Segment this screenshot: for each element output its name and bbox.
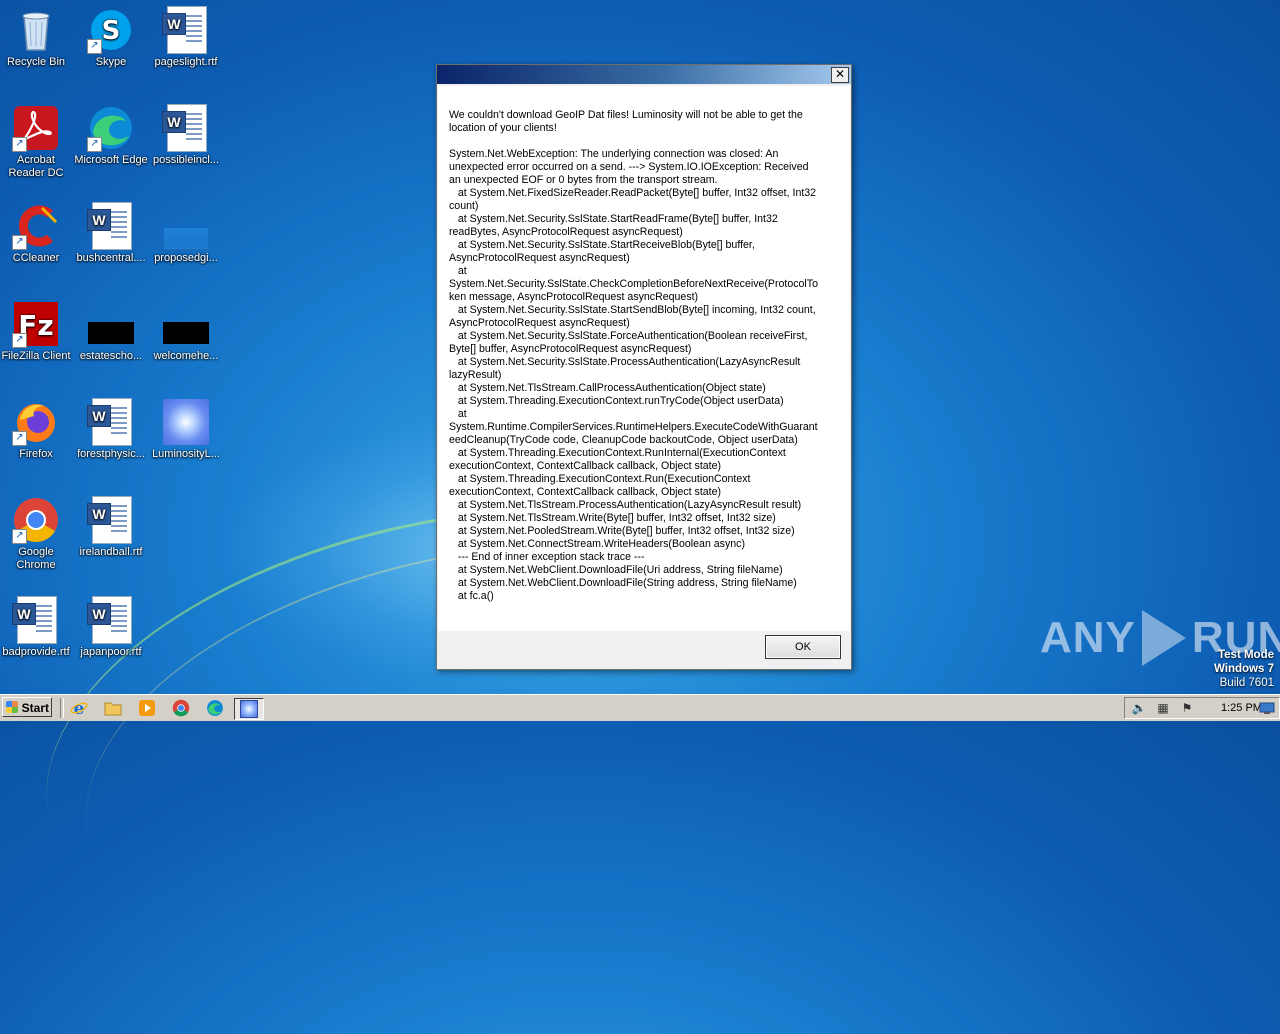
desktop-icon-ccleaner[interactable]: ↗ CCleaner	[0, 202, 74, 265]
desktop-icon-estatescho[interactable]: estatescho...	[73, 300, 149, 363]
desktop-icon-label: japanpoor.rtf	[80, 646, 142, 658]
windows-flag-icon	[6, 701, 18, 713]
desktop-icon-label: forestphysic...	[77, 448, 145, 460]
word-document-icon: W	[162, 6, 210, 54]
shortcut-arrow-icon: ↗	[87, 137, 102, 152]
chrome-icon: ↗	[12, 496, 60, 544]
luminosity-app-icon[interactable]	[234, 698, 264, 720]
dialog-titlebar[interactable]: ✕	[437, 65, 851, 84]
build-label: Build 7601	[1219, 677, 1274, 689]
desktop-icon-filezilla[interactable]: Fz ↗ FileZilla Client	[0, 300, 74, 363]
show-desktop-icon[interactable]	[1259, 701, 1275, 715]
desktop-icon-edge[interactable]: ↗ Microsoft Edge	[73, 104, 149, 167]
word-document-icon: W	[12, 596, 60, 644]
svg-text:e: e	[74, 699, 85, 717]
shortcut-arrow-icon: ↗	[12, 235, 27, 250]
shortcut-arrow-icon: ↗	[12, 431, 27, 446]
desktop-icon-label: pageslight.rtf	[154, 56, 218, 68]
word-document-icon: W	[87, 202, 135, 250]
shortcut-arrow-icon: ↗	[87, 39, 102, 54]
os-notice: Test Mode Windows 7 Build 7601	[1214, 648, 1274, 690]
firefox-icon: ↗	[12, 398, 60, 446]
desktop-icon-japanpoor[interactable]: W japanpoor.rtf	[73, 596, 149, 659]
desktop-icon-irelandball[interactable]: W irelandball.rtf	[73, 496, 149, 559]
taskbar-separator	[60, 698, 64, 718]
desktop-icon-label: proposedgi...	[154, 252, 218, 264]
desktop-icon-label: estatescho...	[79, 350, 143, 362]
acrobat-icon: ↗	[12, 104, 60, 152]
desktop-icon-badprovide[interactable]: W badprovide.rtf	[0, 596, 74, 659]
speaker-icon[interactable]: 🔈	[1131, 701, 1147, 715]
error-dialog: ✕ We couldn't download GeoIP Dat files! …	[436, 64, 852, 670]
desktop-icon-label: Acrobat Reader DC	[8, 154, 64, 179]
watermark-left: ANY	[1040, 613, 1136, 662]
desktop-icon-label: CCleaner	[12, 252, 60, 264]
close-button[interactable]: ✕	[831, 67, 849, 83]
action-center-flag-icon[interactable]: ⚑	[1179, 701, 1195, 715]
windows-version-label: Windows 7	[1214, 663, 1274, 675]
desktop-icon-proposedgi[interactable]: proposedgi...	[148, 202, 224, 265]
desktop-icon-acrobat[interactable]: ↗ Acrobat Reader DC	[0, 104, 74, 180]
svg-text:S: S	[102, 16, 121, 46]
desktop-icon-skype[interactable]: S ↗ Skype	[73, 6, 149, 69]
desktop-icon-label: irelandball.rtf	[79, 546, 143, 558]
desktop-icon-label: Microsoft Edge	[74, 154, 148, 166]
recycle-bin-icon	[12, 6, 60, 54]
desktop-icon-luminosity[interactable]: LuminosityL...	[148, 398, 224, 461]
desktop-icon-chrome[interactable]: ↗ Google Chrome	[0, 496, 74, 572]
close-icon: ✕	[834, 67, 846, 81]
edge-icon: ↗	[87, 104, 135, 152]
start-button[interactable]: Start	[2, 697, 52, 717]
desktop-icon-pageslight[interactable]: W pageslight.rtf	[148, 6, 224, 69]
luminosity-icon	[162, 398, 210, 446]
dialog-body: We couldn't download GeoIP Dat files! Lu…	[438, 86, 850, 631]
desktop-icon-forestphysic[interactable]: W forestphysic...	[73, 398, 149, 461]
test-mode-label: Test Mode	[1217, 649, 1274, 661]
network-icon[interactable]: ▦	[1155, 701, 1171, 715]
ccleaner-icon: ↗	[12, 202, 60, 250]
shortcut-arrow-icon: ↗	[12, 529, 27, 544]
blank-file-icon	[162, 202, 210, 250]
clock[interactable]: 1:25 PM	[1221, 702, 1262, 714]
desktop-icon-bushcentral[interactable]: W bushcentral....	[73, 202, 149, 265]
edge-icon[interactable]	[204, 698, 226, 718]
media-player-icon[interactable]	[136, 698, 158, 718]
desktop-icon-label: bushcentral....	[76, 252, 146, 264]
desktop-icon-label: badprovide.rtf	[2, 646, 70, 658]
word-document-icon: W	[162, 104, 210, 152]
ie-icon[interactable]: e	[68, 698, 90, 718]
word-document-icon: W	[87, 398, 135, 446]
desktop-icon-label: possibleincl...	[152, 154, 220, 166]
taskbar: Start e 🔈 ▦ ⚑ 1:25 PM	[0, 694, 1280, 721]
desktop-icon-label: LuminosityL...	[152, 448, 220, 460]
shortcut-arrow-icon: ↗	[12, 137, 27, 152]
black-file-icon	[87, 300, 135, 348]
desktop-icon-label: Google Chrome	[16, 546, 56, 571]
word-document-icon: W	[87, 596, 135, 644]
explorer-icon[interactable]	[102, 698, 124, 718]
play-icon	[1141, 610, 1186, 666]
skype-icon: S ↗	[87, 6, 135, 54]
desktop-icon-recycle-bin[interactable]: Recycle Bin	[0, 6, 74, 69]
desktop-icon-label: FileZilla Client	[1, 350, 71, 362]
desktop-icon-label: Firefox	[19, 448, 53, 460]
ok-button[interactable]: OK	[765, 635, 841, 659]
black-file-icon	[162, 300, 210, 348]
error-message: We couldn't download GeoIP Dat files! Lu…	[449, 109, 818, 602]
desktop-icon-label: Skype	[95, 56, 127, 68]
shortcut-arrow-icon: ↗	[12, 333, 27, 348]
filezilla-icon: Fz ↗	[12, 300, 60, 348]
desktop-icon-label: welcomehe...	[153, 350, 219, 362]
chrome-icon[interactable]	[170, 698, 192, 718]
desktop-icon-possibleincl[interactable]: W possibleincl...	[148, 104, 224, 167]
desktop-icon-welcomehe[interactable]: welcomehe...	[148, 300, 224, 363]
word-document-icon: W	[87, 496, 135, 544]
desktop-icon-label: Recycle Bin	[6, 56, 66, 68]
system-tray: 🔈 ▦ ⚑ 1:25 PM	[1124, 697, 1280, 719]
start-label: Start	[21, 701, 49, 715]
desktop-icon-firefox[interactable]: ↗ Firefox	[0, 398, 74, 461]
